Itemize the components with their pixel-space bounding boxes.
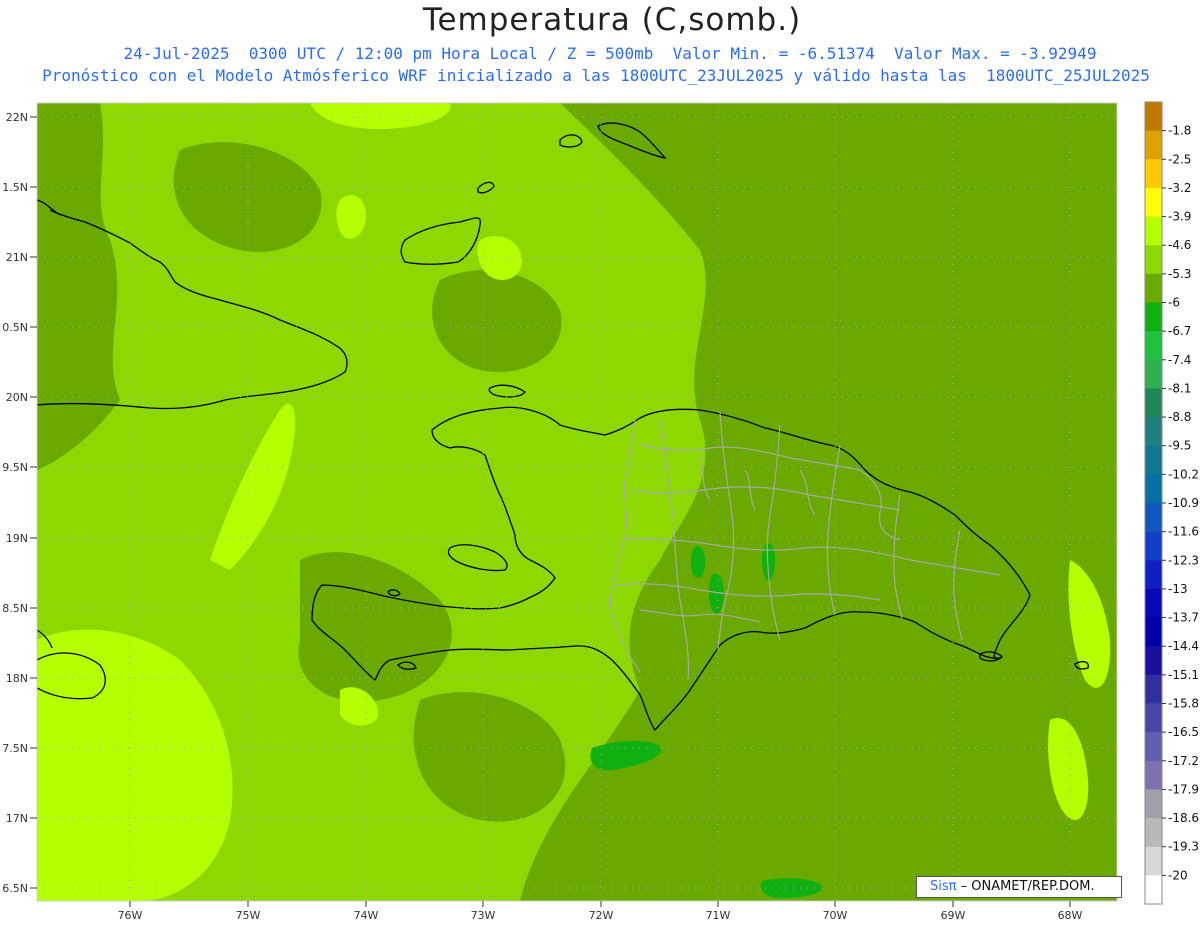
temperature-map: 22N 1.5N 21N 0.5N 20N 9.5N 19N 8.5N 18N … xyxy=(2,101,1199,922)
colorbar-swatch xyxy=(1145,445,1162,475)
lat-label: 22N xyxy=(6,111,28,124)
colorbar-swatch xyxy=(1145,588,1162,619)
colorbar-label: -15.8 xyxy=(1168,697,1199,711)
colorbar-swatch xyxy=(1145,216,1162,246)
temperature-field xyxy=(37,103,1117,901)
colorbar-swatch xyxy=(1145,789,1162,819)
colorbar-swatch xyxy=(1145,273,1162,303)
colorbar-label: -3.2 xyxy=(1168,181,1191,195)
colorbar-label: -14.4 xyxy=(1168,639,1199,653)
colorbar-swatch xyxy=(1145,245,1162,275)
colorbar-swatch xyxy=(1145,703,1162,733)
colorbar-swatch xyxy=(1145,159,1162,189)
colorbar-label: -6.7 xyxy=(1168,324,1191,338)
lon-label: 76W xyxy=(118,909,143,922)
lat-label: 1.5N xyxy=(2,181,28,194)
lat-label: 9.5N xyxy=(2,461,28,474)
colorbar-label: -2.5 xyxy=(1168,152,1191,166)
colorbar-swatch xyxy=(1145,474,1162,504)
colorbar-label: -8.8 xyxy=(1168,410,1191,424)
colorbar-swatch xyxy=(1145,388,1162,418)
colorbar-swatch xyxy=(1145,359,1162,389)
colorbar-swatch xyxy=(1145,560,1162,590)
longitude-axis: 76W 75W 74W 73W 72W 71W 70W 69W 68W xyxy=(118,901,1083,922)
colorbar-label: -19.3 xyxy=(1168,840,1199,854)
lon-label: 72W xyxy=(589,909,614,922)
colorbar-swatch xyxy=(1145,846,1162,876)
lat-label: 6.5N xyxy=(2,882,28,895)
colorbar-swatch xyxy=(1145,331,1162,361)
lat-label: 19N xyxy=(6,532,28,545)
credit-box: Sisπ – ONAMET/REP.DOM. xyxy=(916,876,1122,898)
lat-label: 17N xyxy=(6,812,28,825)
colorbar-swatch xyxy=(1145,187,1162,218)
colorbar-label: -12.3 xyxy=(1168,553,1199,567)
colorbar-label: -7.4 xyxy=(1168,353,1191,367)
lon-label: 71W xyxy=(706,909,731,922)
colorbar-swatch xyxy=(1145,417,1162,447)
colorbar-swatch xyxy=(1145,617,1162,647)
colorbar-label: -6 xyxy=(1168,296,1180,310)
colorbar-label: -17.2 xyxy=(1168,754,1199,768)
colorbar-label: -10.2 xyxy=(1168,467,1199,481)
colorbar-label: -10.9 xyxy=(1168,496,1199,510)
lat-label: 20N xyxy=(6,391,28,404)
credit-text: – ONAMET/REP.DOM. xyxy=(956,879,1095,894)
colorbar-label: -9.5 xyxy=(1168,439,1191,453)
colorbar-label: -13 xyxy=(1168,582,1188,596)
colorbar-label: -4.6 xyxy=(1168,238,1191,252)
colorbar-label: -1.8 xyxy=(1168,124,1191,138)
colorbar-label: -18.6 xyxy=(1168,811,1199,825)
lat-label: 18N xyxy=(6,672,28,685)
colorbar-swatch xyxy=(1145,130,1162,160)
colorbar-label: -5.3 xyxy=(1168,267,1191,281)
lat-label: 7.5N xyxy=(2,742,28,755)
lon-label: 75W xyxy=(236,909,261,922)
band-green-4 xyxy=(690,546,706,579)
colorbar-label: -3.9 xyxy=(1168,210,1191,224)
colorbar-swatch xyxy=(1145,674,1162,704)
colorbar-swatch xyxy=(1145,503,1162,533)
colorbar-label: -17.9 xyxy=(1168,782,1199,796)
colorbar-swatch xyxy=(1145,102,1162,132)
colorbar-swatch xyxy=(1145,531,1162,561)
colorbar: -1.8 -2.5 -3.2 -3.9 -4.6 -5.3 -6 -6.7 -7.4 -8.1 -8… xyxy=(1144,101,1199,905)
colorbar-label: -20 xyxy=(1168,868,1188,882)
lat-label: 0.5N xyxy=(2,321,28,334)
colorbar-label: -15.1 xyxy=(1168,668,1199,682)
lon-label: 68W xyxy=(1058,909,1083,922)
colorbar-swatch xyxy=(1145,646,1162,676)
lon-label: 73W xyxy=(471,909,496,922)
colorbar-swatch xyxy=(1145,818,1162,848)
colorbar-swatch xyxy=(1145,760,1162,790)
colorbar-swatch xyxy=(1145,875,1162,905)
lon-label: 74W xyxy=(354,909,379,922)
colorbar-label: -13.7 xyxy=(1168,611,1199,625)
colorbar-label: -16.5 xyxy=(1168,725,1199,739)
colorbar-label: -8.1 xyxy=(1168,381,1191,395)
lon-label: 70W xyxy=(823,909,848,922)
colorbar-label: -11.6 xyxy=(1168,525,1199,539)
sispi-logo-text: Sisπ xyxy=(930,879,957,894)
colorbar-swatch xyxy=(1145,302,1162,332)
lat-label: 21N xyxy=(6,251,28,264)
lat-label: 8.5N xyxy=(2,602,28,615)
lon-label: 69W xyxy=(941,909,966,922)
colorbar-swatch xyxy=(1145,732,1162,762)
latitude-axis: 22N 1.5N 21N 0.5N 20N 9.5N 19N 8.5N 18N … xyxy=(2,111,37,895)
